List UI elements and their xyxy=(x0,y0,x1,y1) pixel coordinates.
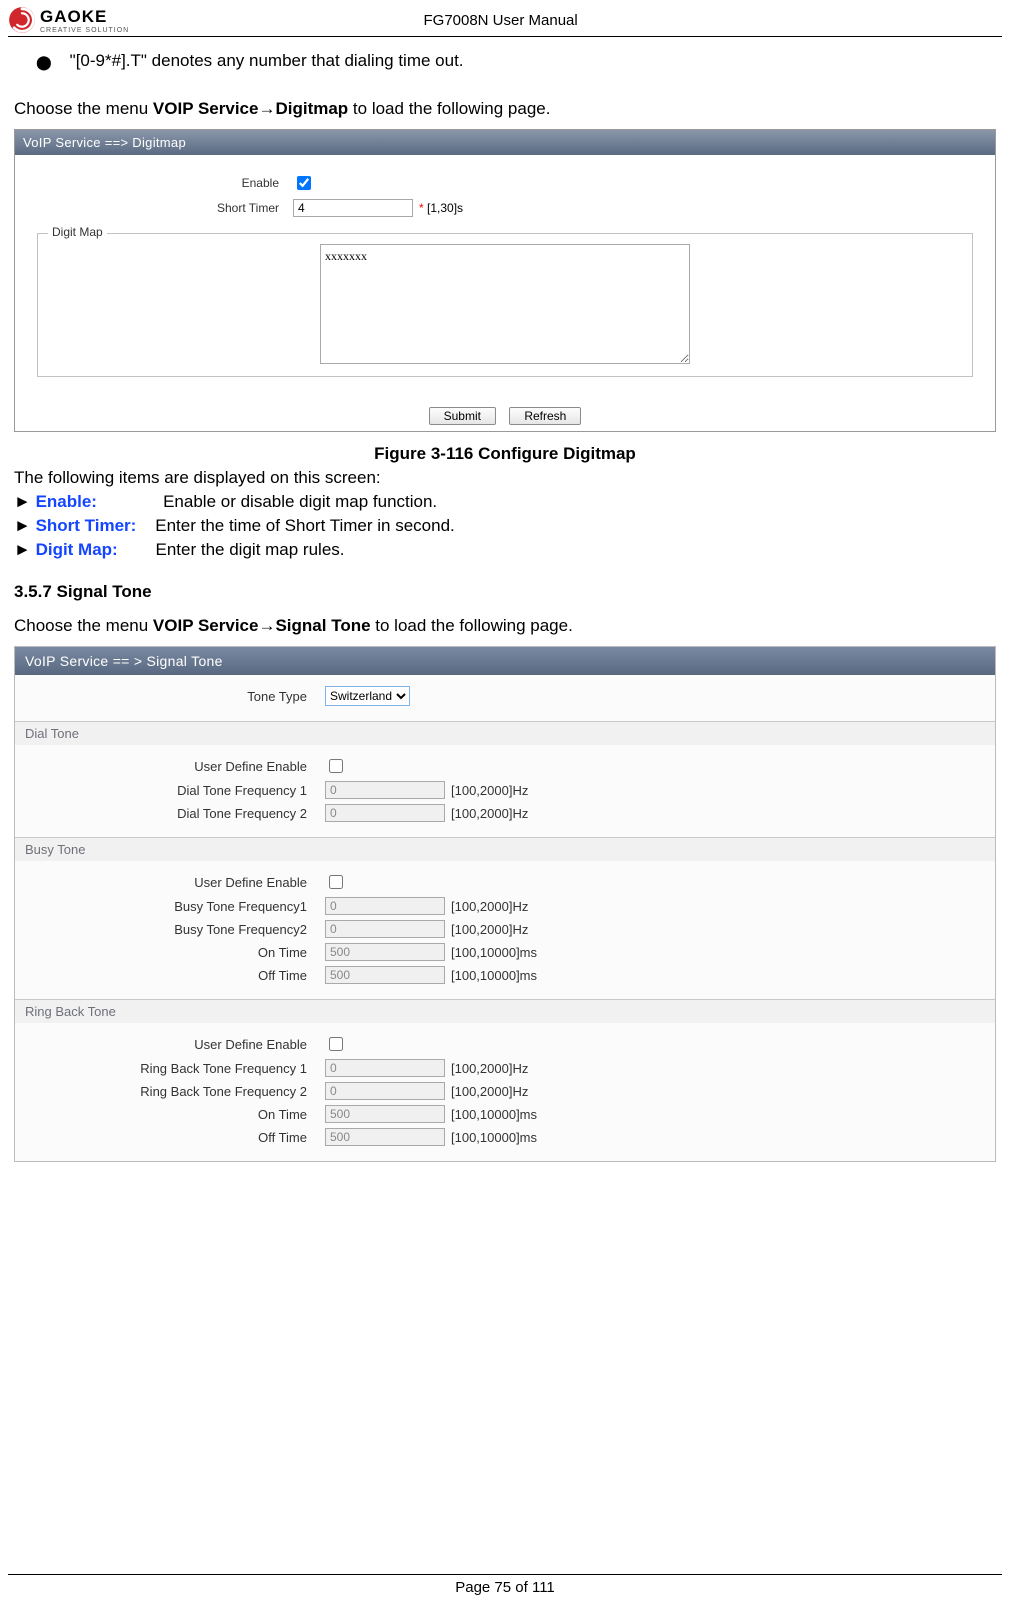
signal-value-input[interactable] xyxy=(325,1128,445,1146)
signal-value-hint: [100,10000]ms xyxy=(451,968,537,983)
signal-section-header: Busy Tone xyxy=(15,837,995,861)
definition-row: ► Digit Map: Enter the digit map rules. xyxy=(14,540,996,560)
signal-value-input[interactable] xyxy=(325,1059,445,1077)
enable-label: Enable xyxy=(33,176,293,190)
bullet-text: "[0-9*#].T" denotes any number that dial… xyxy=(70,51,464,73)
definition-row: ► Enable: Enable or disable digit map fu… xyxy=(14,492,996,512)
section-heading-signal-tone: 3.5.7 Signal Tone xyxy=(14,582,996,602)
digitmap-textarea[interactable]: xxxxxxx xyxy=(320,244,690,364)
definition-text: Enter the digit map rules. xyxy=(156,540,345,559)
signal-value-input[interactable] xyxy=(325,1105,445,1123)
bullet-line: ⬤ "[0-9*#].T" denotes any number that di… xyxy=(36,51,996,73)
signal-row-label: Dial Tone Frequency 1 xyxy=(15,783,325,798)
signal-row: Dial Tone Frequency 2 [100,2000]Hz xyxy=(15,804,995,822)
signal-value-input[interactable] xyxy=(325,943,445,961)
page-number: Page 75 of 111 xyxy=(455,1579,555,1596)
logo: GAOKE CREATIVE SOLUTION xyxy=(8,6,129,34)
refresh-button[interactable]: Refresh xyxy=(509,407,581,425)
signal-row-label: Busy Tone Frequency2 xyxy=(15,922,325,937)
digitmap-fieldset: Digit Map xxxxxxx xyxy=(37,233,973,377)
signal-tone-screenshot: VoIP Service == > Signal Tone Tone Type … xyxy=(14,646,996,1162)
logo-swirl-icon xyxy=(8,6,36,34)
page-footer: Page 75 of 111 xyxy=(0,1574,1010,1596)
signal-row: On Time [100,10000]ms xyxy=(15,943,995,961)
digitmap-legend: Digit Map xyxy=(48,225,107,239)
signal-value-hint: [100,2000]Hz xyxy=(451,1061,528,1076)
signal-row: Busy Tone Frequency1 [100,2000]Hz xyxy=(15,897,995,915)
signal-value-input[interactable] xyxy=(325,1082,445,1100)
short-timer-hint: * [1,30]s xyxy=(419,201,463,215)
submit-button[interactable]: Submit xyxy=(429,407,496,425)
signal-row: On Time [100,10000]ms xyxy=(15,1105,995,1123)
definition-term: Short Timer: xyxy=(36,516,137,535)
signal-row: User Define Enable xyxy=(15,756,995,776)
short-timer-label: Short Timer xyxy=(33,201,293,215)
signal-value-hint: [100,10000]ms xyxy=(451,945,537,960)
signal-value-hint: [100,2000]Hz xyxy=(451,783,528,798)
user-define-enable-checkbox[interactable] xyxy=(329,1037,343,1051)
signal-row-label: Busy Tone Frequency1 xyxy=(15,899,325,914)
user-define-enable-checkbox[interactable] xyxy=(329,875,343,889)
signal-value-input[interactable] xyxy=(325,804,445,822)
definition-row: ► Short Timer: Enter the time of Short T… xyxy=(14,516,996,536)
manual-title: FG7008N User Manual xyxy=(423,12,577,29)
signal-value-hint: [100,2000]Hz xyxy=(451,806,528,821)
signal-value-hint: [100,2000]Hz xyxy=(451,1084,528,1099)
definition-term: Enable: xyxy=(36,492,97,511)
signal-row-label: On Time xyxy=(15,945,325,960)
logo-brand: GAOKE xyxy=(40,7,129,27)
signal-row-label: User Define Enable xyxy=(15,875,325,890)
figure-caption: Figure 3-116 Configure Digitmap xyxy=(14,444,996,464)
signal-row: Dial Tone Frequency 1 [100,2000]Hz xyxy=(15,781,995,799)
arrow-icon: ► xyxy=(14,492,36,511)
signal-row-label: Ring Back Tone Frequency 2 xyxy=(15,1084,325,1099)
choose-menu-signal-tone: Choose the menu VOIP Service→Signal Tone… xyxy=(14,616,996,636)
bullet-icon: ⬤ xyxy=(36,51,52,73)
definition-term: Digit Map: xyxy=(36,540,118,559)
signal-row: Ring Back Tone Frequency 1 [100,2000]Hz xyxy=(15,1059,995,1077)
signal-row-label: On Time xyxy=(15,1107,325,1122)
signal-section-header: Ring Back Tone xyxy=(15,999,995,1023)
page-header: GAOKE CREATIVE SOLUTION FG7008N User Man… xyxy=(0,0,1010,36)
signal-row-label: Off Time xyxy=(15,968,325,983)
signal-row: Ring Back Tone Frequency 2 [100,2000]Hz xyxy=(15,1082,995,1100)
tone-type-label: Tone Type xyxy=(15,689,325,704)
signal-row: Off Time [100,10000]ms xyxy=(15,966,995,984)
header-rule xyxy=(8,36,1002,37)
footer-rule xyxy=(8,1574,1002,1575)
signal-row: User Define Enable xyxy=(15,1034,995,1054)
user-define-enable-checkbox[interactable] xyxy=(329,759,343,773)
signal-row-label: User Define Enable xyxy=(15,759,325,774)
arrow-icon: ► xyxy=(14,540,36,559)
short-timer-input[interactable] xyxy=(293,199,413,217)
signal-value-input[interactable] xyxy=(325,966,445,984)
signal-row: User Define Enable xyxy=(15,872,995,892)
signal-row-label: Ring Back Tone Frequency 1 xyxy=(15,1061,325,1076)
tone-type-select[interactable]: Switzerland xyxy=(325,686,410,706)
signal-value-input[interactable] xyxy=(325,920,445,938)
signal-row: Off Time [100,10000]ms xyxy=(15,1128,995,1146)
digitmap-screenshot: VoIP Service ==> Digitmap Enable Short T… xyxy=(14,129,996,432)
signal-value-input[interactable] xyxy=(325,897,445,915)
signal-value-hint: [100,2000]Hz xyxy=(451,899,528,914)
digitmap-panel-title: VoIP Service ==> Digitmap xyxy=(15,130,995,155)
signal-panel-title: VoIP Service == > Signal Tone xyxy=(15,647,995,675)
signal-value-hint: [100,2000]Hz xyxy=(451,922,528,937)
signal-value-hint: [100,10000]ms xyxy=(451,1130,537,1145)
choose-menu-digitmap: Choose the menu VOIP Service→Digitmap to… xyxy=(14,99,996,119)
desc-intro: The following items are displayed on thi… xyxy=(14,468,996,488)
signal-value-input[interactable] xyxy=(325,781,445,799)
signal-row-label: Dial Tone Frequency 2 xyxy=(15,806,325,821)
arrow-icon: ► xyxy=(14,516,36,535)
enable-checkbox[interactable] xyxy=(297,176,311,190)
signal-row: Busy Tone Frequency2 [100,2000]Hz xyxy=(15,920,995,938)
signal-section-header: Dial Tone xyxy=(15,721,995,745)
definition-text: Enable or disable digit map function. xyxy=(163,492,437,511)
logo-tagline: CREATIVE SOLUTION xyxy=(40,27,129,34)
signal-row-label: User Define Enable xyxy=(15,1037,325,1052)
signal-row-label: Off Time xyxy=(15,1130,325,1145)
signal-value-hint: [100,10000]ms xyxy=(451,1107,537,1122)
definition-text: Enter the time of Short Timer in second. xyxy=(155,516,455,535)
